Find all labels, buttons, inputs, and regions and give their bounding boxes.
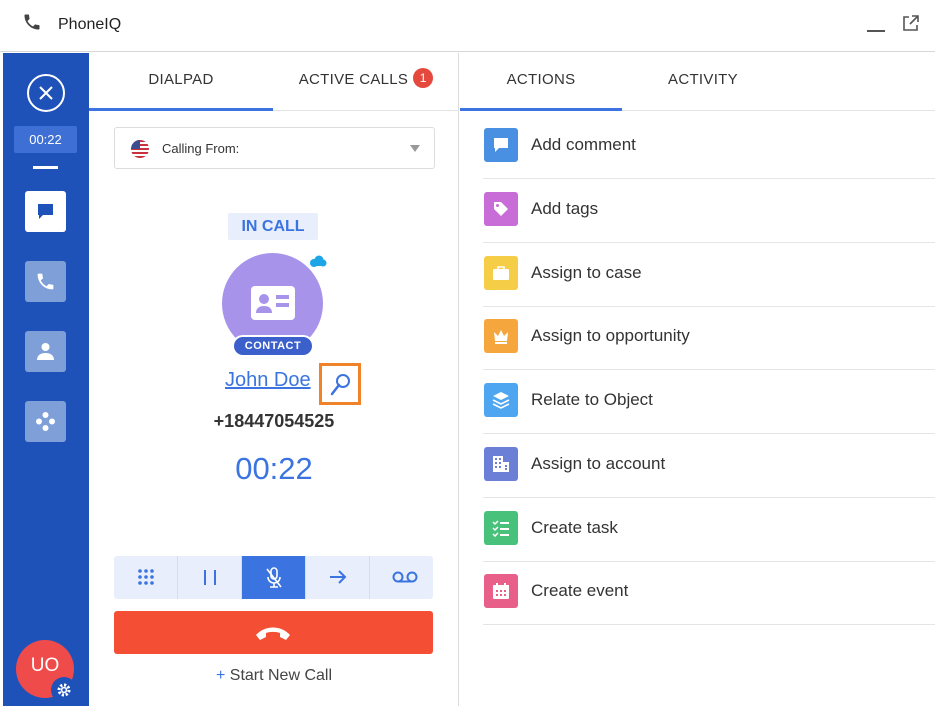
hang-up-button[interactable] [114, 611, 433, 654]
sidebar-item-integrations[interactable] [25, 401, 66, 442]
pause-icon [204, 570, 216, 585]
call-controls [114, 556, 433, 599]
keypad-icon [138, 569, 154, 585]
tab-active-calls[interactable]: ACTIVE CALLS 1 [273, 53, 459, 111]
action-assign-to-account[interactable]: Assign to account [483, 434, 935, 498]
sidebar: 00:22 UO [3, 53, 89, 706]
contact-search-button[interactable] [319, 363, 361, 405]
voicemail-button[interactable] [370, 556, 434, 599]
start-new-call-link[interactable]: + Start New Call [89, 667, 459, 685]
action-relate-to-object[interactable]: Relate to Object [483, 370, 935, 434]
end-session-button[interactable] [27, 74, 65, 112]
contact-type-tag: CONTACT [232, 335, 314, 357]
action-label: Add tags [531, 199, 599, 218]
chevron-down-icon [410, 145, 420, 152]
popout-icon[interactable] [902, 15, 919, 32]
calling-from-label: Calling From: [162, 141, 240, 156]
transfer-button[interactable] [306, 556, 370, 599]
phone-icon [37, 273, 54, 290]
action-label: Add comment [531, 135, 636, 154]
tab-activity-label: ACTIVITY [668, 71, 738, 88]
gear-icon [57, 683, 71, 697]
person-icon [37, 343, 54, 360]
sidebar-divider [33, 166, 58, 169]
tab-active-calls-label: ACTIVE CALLS [298, 71, 409, 88]
arrow-right-icon [330, 570, 347, 584]
crown-icon [484, 319, 518, 353]
title-bar: PhoneIQ [0, 0, 935, 52]
calling-from-select[interactable]: Calling From: [114, 127, 435, 169]
active-calls-badge: 1 [413, 68, 434, 88]
sidebar-call-timer: 00:22 [14, 126, 77, 153]
tab-dialpad-label: DIALPAD [148, 71, 214, 88]
contact-phone-number: +18447054525 [213, 411, 335, 431]
search-icon [330, 374, 350, 396]
action-label: Create event [531, 581, 629, 600]
close-icon [39, 86, 53, 100]
salesforce-cloud-icon [310, 254, 327, 270]
action-label: Assign to case [531, 263, 642, 282]
dialpad-panel: DIALPAD ACTIVE CALLS 1 Calling From: IN C… [89, 53, 459, 706]
building-icon [484, 447, 518, 481]
mic-off-icon [266, 567, 282, 588]
hold-button[interactable] [178, 556, 242, 599]
app-title: PhoneIQ [58, 16, 122, 33]
action-assign-to-opportunity[interactable]: Assign to opportunity [483, 306, 935, 370]
tab-actions[interactable]: ACTIONS [460, 53, 622, 111]
call-status-badge: IN CALL [228, 213, 318, 240]
minimize-button[interactable] [867, 30, 885, 32]
right-tabs: ACTIONS ACTIVITY [460, 53, 935, 111]
action-label: Create task [531, 518, 618, 537]
tab-activity[interactable]: ACTIVITY [622, 53, 784, 111]
action-create-task[interactable]: Create task [483, 498, 935, 562]
plus-icon: + [215, 667, 226, 684]
us-flag-icon [131, 140, 149, 158]
action-create-event[interactable]: Create event [483, 561, 935, 625]
call-duration: 00:22 [235, 451, 313, 486]
sidebar-item-contacts[interactable] [25, 331, 66, 372]
nodes-icon [36, 412, 55, 431]
action-assign-to-case[interactable]: Assign to case [483, 243, 935, 307]
sidebar-item-chat[interactable] [25, 191, 66, 232]
tag-icon [484, 192, 518, 226]
mute-button[interactable] [242, 556, 306, 599]
keypad-button[interactable] [114, 556, 178, 599]
action-add-comment[interactable]: Add comment [483, 115, 935, 179]
left-tabs: DIALPAD ACTIVE CALLS 1 [89, 53, 459, 111]
start-new-call-label: Start New Call [229, 667, 333, 684]
tab-actions-label: ACTIONS [506, 71, 576, 88]
settings-button[interactable] [51, 677, 77, 703]
calendar-icon [484, 574, 518, 608]
comment-icon [484, 128, 518, 162]
actions-panel: ACTIONS ACTIVITY Add comment Add tags As… [460, 53, 935, 706]
hang-up-icon [256, 627, 290, 640]
sidebar-item-phone[interactable] [25, 261, 66, 302]
action-label: Assign to account [531, 454, 666, 473]
tab-dialpad[interactable]: DIALPAD [89, 53, 273, 111]
contact-card-icon [251, 286, 295, 320]
briefcase-icon [484, 256, 518, 290]
action-add-tags[interactable]: Add tags [483, 179, 935, 243]
checklist-icon [484, 511, 518, 545]
voicemail-icon [392, 571, 418, 583]
contact-name-link[interactable]: John Doe [225, 369, 311, 392]
action-label: Relate to Object [531, 390, 653, 409]
chat-icon [38, 204, 53, 219]
phone-icon [24, 14, 40, 30]
action-label: Assign to opportunity [531, 326, 690, 345]
layers-icon [484, 383, 518, 417]
